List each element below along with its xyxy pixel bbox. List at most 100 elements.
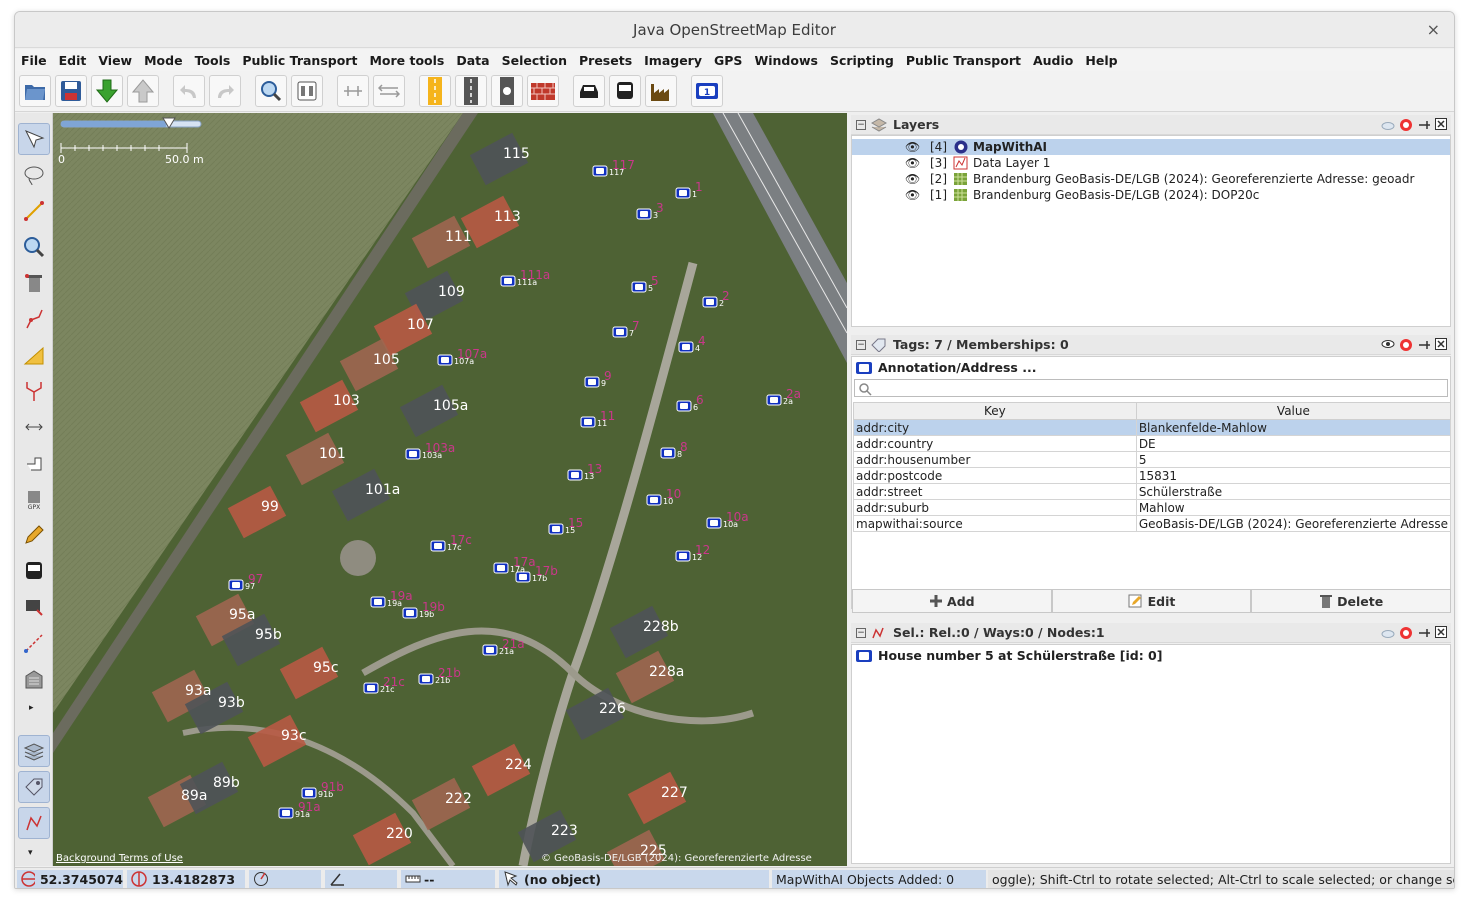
visibility-eye-icon[interactable]: 👁 xyxy=(905,140,921,154)
close-panel-icon[interactable] xyxy=(1435,626,1447,638)
value-column-header[interactable]: Value xyxy=(1135,402,1452,420)
combine-way-button[interactable] xyxy=(337,75,369,107)
layers-toggle-button[interactable] xyxy=(18,735,50,767)
menu-imagery[interactable]: Imagery xyxy=(644,53,702,68)
menu-tools[interactable]: Tools xyxy=(195,53,231,68)
road-yellow-button[interactable] xyxy=(419,75,451,107)
menu-public-transport[interactable]: Public Transport xyxy=(242,53,357,68)
improve-way-tool-button[interactable] xyxy=(18,303,50,335)
menu-edit[interactable]: Edit xyxy=(59,53,87,68)
help-lifebuoy-icon[interactable] xyxy=(1399,626,1413,640)
delete-tag-button[interactable]: Delete xyxy=(1251,589,1452,613)
bus-button[interactable] xyxy=(609,75,641,107)
zoom-button[interactable] xyxy=(255,75,287,107)
menu-view[interactable]: View xyxy=(98,53,132,68)
public-transport-tool-button[interactable] xyxy=(18,591,50,623)
menu-windows[interactable]: Windows xyxy=(754,53,818,68)
draw-tool-button[interactable] xyxy=(18,195,50,227)
scroll-down-arrow[interactable]: ▾ xyxy=(28,848,33,858)
close-panel-icon[interactable] xyxy=(1435,338,1447,350)
menu-help[interactable]: Help xyxy=(1085,53,1117,68)
measure-tool-button[interactable] xyxy=(18,627,50,659)
table-row[interactable]: addr:suburb Mahlow xyxy=(853,499,1452,516)
select-tool-button[interactable] xyxy=(18,123,50,155)
aerial-map[interactable]: 115113111109107105105a103101101a9995a95b… xyxy=(53,113,847,866)
area-tool-button[interactable] xyxy=(18,339,50,371)
download-button[interactable] xyxy=(91,75,123,107)
visibility-eye-icon[interactable]: 👁 xyxy=(905,188,921,202)
tags-panel-header[interactable]: − Tags: 7 / Memberships: 0 xyxy=(851,335,1451,355)
gpx-tool-button[interactable]: GPX xyxy=(18,483,50,515)
layer-row-data-layer-1[interactable]: 👁 [3] Data Layer 1 xyxy=(852,155,1450,171)
pin-icon[interactable] xyxy=(1417,626,1431,640)
wall-button[interactable] xyxy=(527,75,559,107)
menu-audio[interactable]: Audio xyxy=(1033,53,1073,68)
more-tools-arrow[interactable]: ▸ xyxy=(29,703,34,713)
edit-tag-button[interactable]: Edit xyxy=(1051,589,1252,613)
delete-tool-button[interactable] xyxy=(18,267,50,299)
tag-search-input[interactable] xyxy=(854,379,1448,397)
visibility-eye-icon[interactable]: 👁 xyxy=(905,172,921,186)
building-tool-button[interactable] xyxy=(18,663,50,695)
menu-mode[interactable]: Mode xyxy=(144,53,182,68)
add-tag-button[interactable]: Add xyxy=(852,589,1052,613)
traffic-signal-button[interactable] xyxy=(491,75,523,107)
table-row[interactable]: addr:street Schülerstraße xyxy=(853,483,1452,500)
open-file-button[interactable] xyxy=(19,75,51,107)
pin-icon[interactable] xyxy=(1417,338,1431,352)
menu-gps[interactable]: GPS xyxy=(714,53,742,68)
save-button[interactable] xyxy=(55,75,87,107)
pencil-tool-button[interactable] xyxy=(18,519,50,551)
bus-tool-button[interactable] xyxy=(18,555,50,587)
factory-button[interactable] xyxy=(645,75,677,107)
menu-selection[interactable]: Selection xyxy=(502,53,567,68)
layer-row-geoadr[interactable]: 👁 [2] Brandenburg GeoBasis-DE/LGB (2024)… xyxy=(852,171,1450,187)
cloud-icon[interactable] xyxy=(1381,118,1395,130)
menu-file[interactable]: File xyxy=(21,53,47,68)
layers-panel-header[interactable]: − Layers xyxy=(851,115,1451,135)
redo-button[interactable] xyxy=(209,75,241,107)
tags-toggle-button[interactable] xyxy=(18,771,50,803)
map-view[interactable]: 115 113 111 109 107 105 105a 103 101 101a 99 95a 95b… xyxy=(53,113,847,866)
collapse-icon[interactable]: − xyxy=(856,119,866,130)
table-row[interactable]: addr:postcode 15831 xyxy=(853,467,1452,484)
close-panel-icon[interactable] xyxy=(1435,118,1447,130)
pin-icon[interactable] xyxy=(1417,118,1431,132)
layer-row-dop20c[interactable]: 👁 [1] Brandenburg GeoBasis-DE/LGB (2024)… xyxy=(852,187,1450,203)
upload-button[interactable] xyxy=(127,75,159,107)
road-grey-button[interactable] xyxy=(455,75,487,107)
annotation-id-button[interactable]: 1 xyxy=(691,75,723,107)
parallel-tool-button[interactable] xyxy=(18,411,50,443)
car-button[interactable] xyxy=(573,75,605,107)
table-row[interactable]: mapwithai:source GeoBasis-DE/LGB (2024): … xyxy=(853,515,1452,532)
menu-presets[interactable]: Presets xyxy=(579,53,632,68)
collapse-icon[interactable]: − xyxy=(856,627,866,638)
help-lifebuoy-icon[interactable] xyxy=(1399,118,1413,132)
split-tool-button[interactable] xyxy=(18,375,50,407)
list-item[interactable]: House number 5 at Schülerstraße [id: 0] xyxy=(856,648,1162,663)
menu-data[interactable]: Data xyxy=(456,53,489,68)
close-window-button[interactable]: × xyxy=(1427,20,1440,39)
preferences-button[interactable] xyxy=(291,75,323,107)
lasso-tool-button[interactable] xyxy=(18,159,50,191)
cloud-icon[interactable] xyxy=(1381,626,1395,638)
table-row[interactable]: addr:city Blankenfelde-Mahlow xyxy=(853,419,1452,436)
selection-panel-header[interactable]: − Sel.: Rel.:0 / Ways:0 / Nodes:1 xyxy=(851,623,1451,643)
visibility-eye-icon[interactable]: 👁 xyxy=(905,156,921,170)
collapse-icon[interactable]: − xyxy=(856,339,866,350)
table-row[interactable]: addr:country DE xyxy=(853,435,1452,452)
table-row[interactable]: addr:housenumber 5 xyxy=(853,451,1452,468)
key-column-header[interactable]: Key xyxy=(853,402,1137,420)
extrude-tool-button[interactable] xyxy=(18,447,50,479)
menu-public-transport-2[interactable]: Public Transport xyxy=(906,53,1021,68)
menu-scripting[interactable]: Scripting xyxy=(830,53,894,68)
undo-button[interactable] xyxy=(173,75,205,107)
layer-row-mapwithai[interactable]: 👁 [4] MapWithAI xyxy=(852,139,1450,155)
zoom-tool-button[interactable] xyxy=(18,231,50,263)
menu-more-tools[interactable]: More tools xyxy=(369,53,444,68)
split-way-button[interactable] xyxy=(373,75,405,107)
background-terms-link[interactable]: Background Terms of Use xyxy=(56,853,183,864)
selection-toggle-button[interactable] xyxy=(18,807,50,839)
tags-table[interactable]: Key Value addr:city Blankenfelde-Mahlow ad… xyxy=(853,402,1452,532)
eye-icon[interactable] xyxy=(1381,338,1395,350)
